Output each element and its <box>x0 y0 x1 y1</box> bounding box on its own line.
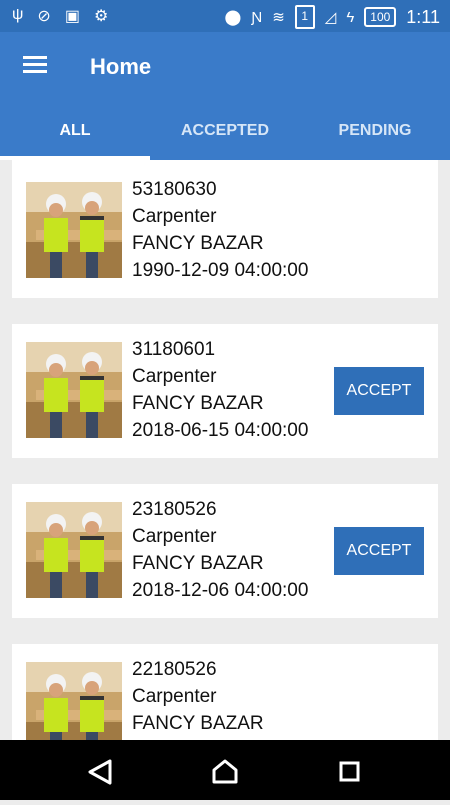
job-role: Carpenter <box>132 366 217 387</box>
app-bar: Home ALL ACCEPTED PENDING <box>0 32 450 160</box>
job-datetime: 2018-12-06 04:00:00 <box>132 580 309 601</box>
job-id: 22180526 <box>132 659 217 680</box>
navigation-bar <box>0 740 450 800</box>
sim-label: 1 <box>301 9 309 23</box>
job-card[interactable]: 23180526 Carpenter FANCY BAZAR 2018-12-0… <box>12 484 438 618</box>
job-datetime: 1990-12-09 04:00:00 <box>132 260 309 281</box>
location-icon: ⬤ <box>224 9 242 26</box>
recents-icon[interactable] <box>339 761 360 782</box>
battery-icon: 100 <box>364 7 397 27</box>
job-card[interactable]: 53180630 Carpenter FANCY BAZAR 1990-12-0… <box>12 160 438 298</box>
tab-bar: ALL ACCEPTED PENDING <box>0 112 450 160</box>
back-icon[interactable] <box>88 759 112 785</box>
android-icon: ⚙ <box>93 8 109 25</box>
hamburger-icon[interactable] <box>23 56 47 74</box>
sim-icon: 1 <box>294 5 315 29</box>
tab-all[interactable]: ALL <box>0 112 150 160</box>
job-card[interactable]: 31180601 Carpenter FANCY BAZAR 2018-06-1… <box>12 324 438 458</box>
job-card[interactable]: 22180526 Carpenter FANCY BAZAR <box>12 644 438 740</box>
status-time: 1:11 <box>406 6 440 27</box>
page-title: Home <box>90 54 152 79</box>
home-icon[interactable] <box>212 759 238 784</box>
charging-icon: ϟ <box>346 8 355 26</box>
worker-photo <box>26 342 122 438</box>
job-location: FANCY BAZAR <box>132 393 264 414</box>
fk-icon: ▣ <box>64 8 80 25</box>
tab-pending[interactable]: PENDING <box>300 112 450 160</box>
job-location: FANCY BAZAR <box>132 553 264 574</box>
accept-button[interactable]: ACCEPT <box>334 527 424 575</box>
job-location: FANCY BAZAR <box>132 233 264 254</box>
job-list[interactable]: 53180630 Carpenter FANCY BAZAR 1990-12-0… <box>0 160 450 740</box>
job-id: 31180601 <box>132 339 216 360</box>
job-id: 23180526 <box>132 499 217 520</box>
job-role: Carpenter <box>132 206 217 227</box>
job-location: FANCY BAZAR <box>132 713 264 734</box>
worker-photo <box>26 502 122 598</box>
worker-photo <box>26 182 122 278</box>
worker-photo <box>26 662 122 740</box>
no-tracking-icon: ⊘ <box>37 8 51 25</box>
accept-button[interactable]: ACCEPT <box>334 367 424 415</box>
job-role: Carpenter <box>132 686 217 707</box>
job-id: 53180630 <box>132 179 217 200</box>
signal-icon: ◿ <box>324 9 337 26</box>
job-datetime: 2018-06-15 04:00:00 <box>132 420 309 441</box>
nfc-icon: Ɲ <box>251 8 263 26</box>
usb-icon: ψ <box>12 6 24 23</box>
wifi-icon: ≋ <box>272 9 285 26</box>
job-role: Carpenter <box>132 526 217 547</box>
tab-accepted[interactable]: ACCEPTED <box>150 112 300 160</box>
battery-level: 100 <box>370 10 391 24</box>
status-bar: ψ ⊘ ▣ ⚙ ⬤ Ɲ ≋ 1 ◿ ϟ 100 1:11 <box>0 0 450 32</box>
